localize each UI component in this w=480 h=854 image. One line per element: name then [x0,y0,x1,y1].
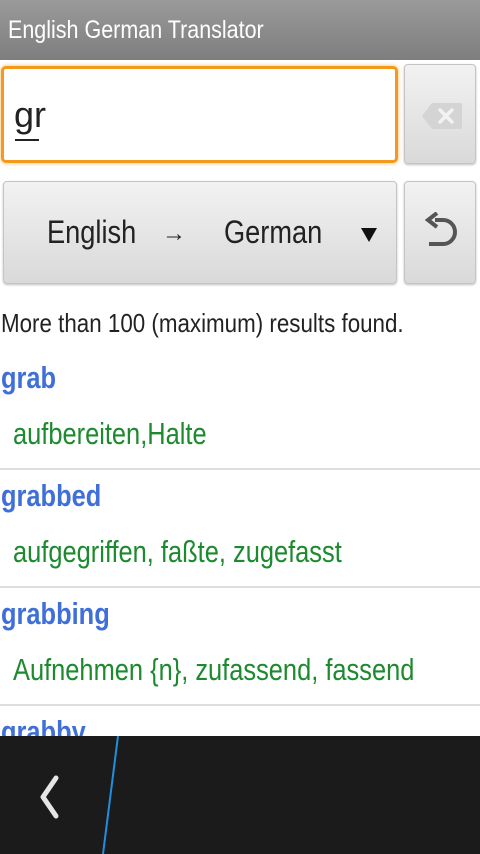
result-translation: aufbereiten,Halte [13,416,207,451]
result-item[interactable]: grabby [0,706,480,736]
backspace-clear-icon [422,103,462,129]
undo-swap-icon [424,212,457,246]
results-status: More than 100 (maximum) results found. [1,308,404,338]
app-screen: English German Translator English → Germ… [0,0,480,854]
back-button[interactable] [0,736,112,854]
language-selector[interactable]: English → German [3,181,397,284]
result-item[interactable]: grab aufbereiten,Halte [0,352,480,470]
direction-arrow: → [162,220,186,247]
result-translation: aufgegriffen, faßte, zugefasst [13,534,342,569]
result-term: grabby [1,714,86,736]
results-list[interactable]: grab aufbereiten,Halte grabbed aufgegrif… [0,352,480,736]
result-term: grabbed [1,478,102,513]
title-bar: English German Translator [0,0,480,60]
result-item[interactable]: grabbing Aufnehmen {n}, zufassend, fasse… [0,588,480,706]
source-language: English [47,214,137,250]
chevron-left-icon [40,775,59,819]
bottom-navigation-bar [0,736,480,854]
composing-underline [15,139,39,141]
swap-languages-button[interactable] [404,181,476,284]
clear-button[interactable] [404,64,476,164]
app-title: English German Translator [8,16,264,44]
search-field[interactable] [1,66,398,163]
result-term: grab [1,360,57,395]
result-item[interactable]: grabbed aufgegriffen, faßte, zugefasst [0,470,480,588]
dropdown-triangle-icon [361,228,377,242]
target-language: German [224,214,323,250]
result-translation: Aufnehmen {n}, zufassend, fassend [13,652,415,687]
search-input[interactable] [14,89,384,141]
result-term: grabbing [1,596,110,631]
